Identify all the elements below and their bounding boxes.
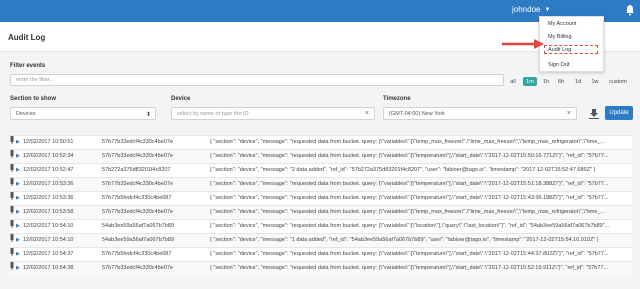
device-icon	[10, 248, 14, 256]
row-message: { "section": "device", "message": "reque…	[210, 251, 609, 257]
menu-item-my-billing[interactable]: My Billing	[548, 34, 572, 40]
row-date: 12/02/2017 10:53:36	[23, 181, 74, 187]
row-date: 12/02/2017 10:50:51	[23, 139, 74, 145]
bell-icon[interactable]	[625, 4, 635, 16]
expand-icon[interactable]: ▶	[16, 251, 20, 257]
table-row[interactable]: ▶ 12/02/2017 10:50:51 57b77b33edcf4c330c4b…	[10, 135, 632, 149]
device-icon	[10, 150, 14, 158]
expand-icon[interactable]: ▶	[16, 181, 20, 187]
table-row[interactable]: ▶ 12/02/2017 10:52:47 57b272a375d83201f4c8…	[10, 163, 632, 177]
username: johndoe	[512, 5, 541, 14]
row-date: 12/02/2017 10:52:34	[23, 153, 74, 159]
table-row[interactable]: ▶ 12/02/2017 10:53:58 57b77b33edcf4c330c4b…	[10, 205, 632, 219]
row-message: { "section": "device", "message": "reque…	[210, 181, 609, 187]
update-button[interactable]: Update	[605, 106, 633, 120]
device-icon	[10, 262, 14, 270]
audit-log-table: ▶ 12/02/2017 10:50:51 57b77b33edcf4c330c4b…	[10, 135, 632, 275]
tab-all[interactable]: all	[508, 77, 518, 86]
row-message: { "section": "device", "message": "reque…	[210, 153, 609, 159]
row-date: 12/02/2017 10:53:58	[23, 209, 74, 215]
tab-custom[interactable]: custom	[605, 77, 631, 86]
row-message: { "section": "device", "message": "1 dat…	[210, 237, 599, 243]
row-message: { "section": "device", "message": "reque…	[210, 195, 609, 201]
device-icon	[10, 136, 14, 144]
page-title: Audit Log	[8, 33, 46, 42]
device-icon	[10, 220, 14, 228]
row-device: 57b77b33edcf4c330c4be07e	[102, 139, 173, 145]
download-icon[interactable]	[588, 109, 600, 119]
tab-1d[interactable]: 1d	[573, 77, 583, 86]
clear-icon[interactable]: ×	[365, 110, 369, 117]
row-date: 12/02/2017 10:54:10	[23, 223, 74, 229]
expand-icon[interactable]: ▶	[16, 237, 20, 243]
expand-icon[interactable]: ▶	[16, 265, 20, 271]
row-device: 57b77b33edcf4c330c4be07e	[102, 209, 173, 215]
row-device: 57b77b33edcf4c330c4be07e	[102, 265, 173, 271]
expand-icon[interactable]: ▶	[16, 167, 20, 173]
section-value: Devices	[16, 110, 36, 117]
tab-1h[interactable]: 1h	[541, 77, 551, 86]
device-label: Device	[171, 96, 191, 102]
device-icon	[10, 192, 14, 200]
table-row[interactable]: ▶ 12/02/2017 10:54:10 54ab3ee59a56af7a067b…	[10, 233, 632, 247]
row-device: 57b77b5fedcf4c330c4be087	[102, 251, 172, 257]
user-dropdown: My Account My Billing Audit Log Sign Out	[539, 16, 604, 72]
device-input[interactable]: select by name or type the ID ×	[171, 107, 375, 120]
row-device: 57b272a375d83201f4c8207	[102, 167, 171, 173]
clear-icon[interactable]: ×	[567, 110, 571, 117]
device-icon	[10, 206, 14, 214]
user-menu[interactable]: johndoe ▼	[512, 5, 550, 14]
filter-input[interactable]: enter the filter...	[10, 74, 504, 86]
caret-down-icon: ▼	[544, 6, 551, 13]
section-label: Section to show	[10, 96, 57, 102]
table-row[interactable]: ▶ 12/02/2017 10:53:36 57b77b5fedcf4c330c4b…	[10, 191, 632, 205]
expand-icon[interactable]: ▶	[16, 195, 20, 201]
row-device: 57b77b5fedcf4c330c4be087	[102, 195, 172, 201]
table-row[interactable]: ▶ 12/02/2017 10:53:36 57b77b33edcf4c330c4b…	[10, 177, 632, 191]
row-message: { "section": "device", "message": "reque…	[210, 223, 610, 229]
device-icon	[10, 164, 14, 172]
row-message: { "section": "device", "message": "reque…	[210, 209, 606, 215]
row-date: 12/02/2017 10:54:10	[23, 237, 74, 243]
table-row[interactable]: ▶ 12/02/2017 10:52:34 57b77b33edcf4c330c4b…	[10, 149, 632, 163]
select-chevron-icon: ⬍	[145, 112, 151, 118]
menu-item-sign-out[interactable]: Sign Out	[548, 62, 569, 68]
row-date: 12/02/2017 10:54:37	[23, 251, 74, 257]
row-message: { "section": "device", "message": "2 dat…	[210, 167, 596, 173]
timezone-label: Timezone	[383, 96, 411, 102]
expand-icon[interactable]: ▶	[16, 209, 20, 215]
tab-1w[interactable]: 1w	[589, 77, 601, 86]
device-icon	[10, 178, 14, 186]
table-row[interactable]: ▶ 12/02/2017 10:54:38 57b77b33edcf4c330c4b…	[10, 261, 632, 275]
tab-1m[interactable]: 1m	[523, 77, 537, 86]
row-date: 12/02/2017 10:54:38	[23, 265, 74, 271]
row-message: { "section": "device", "message": "reque…	[210, 265, 609, 271]
expand-icon[interactable]: ▶	[16, 139, 20, 145]
menu-item-audit-log[interactable]: Audit Log	[548, 47, 571, 53]
table-row[interactable]: ▶ 12/02/2017 10:54:10 54ab3ee59a56af7a067b…	[10, 219, 632, 233]
red-arrow-icon	[502, 39, 544, 49]
device-icon	[10, 234, 14, 242]
table-row[interactable]: ▶ 12/02/2017 10:54:37 57b77b5fedcf4c330c4b…	[10, 247, 632, 261]
row-date: 12/02/2017 10:52:47	[23, 167, 74, 173]
filter-label: Filter events	[10, 63, 46, 69]
timezone-select[interactable]: (GMT-04:00) New York ×	[383, 107, 577, 120]
row-device: 57b77b33edcf4c330c4be07e	[102, 153, 173, 159]
row-device: 54ab3ee59a56af7a067b7b89	[102, 223, 174, 229]
expand-icon[interactable]: ▶	[16, 153, 20, 159]
menu-item-my-account[interactable]: My Account	[548, 21, 576, 27]
row-date: 12/02/2017 10:53:36	[23, 195, 74, 201]
row-message: { "section": "device", "message": "reque…	[210, 139, 606, 145]
row-device: 54ab3ee59a56af7a067b7b89	[102, 237, 174, 243]
row-device: 57b77b33edcf4c330c4be07e	[102, 181, 173, 187]
device-placeholder: select by name or type the ID	[177, 110, 249, 117]
section-select[interactable]: Devices ⬍	[10, 107, 156, 120]
expand-icon[interactable]: ▶	[16, 223, 20, 229]
timezone-value: (GMT-04:00) New York	[389, 110, 445, 117]
tab-6h[interactable]: 6h	[556, 77, 566, 86]
